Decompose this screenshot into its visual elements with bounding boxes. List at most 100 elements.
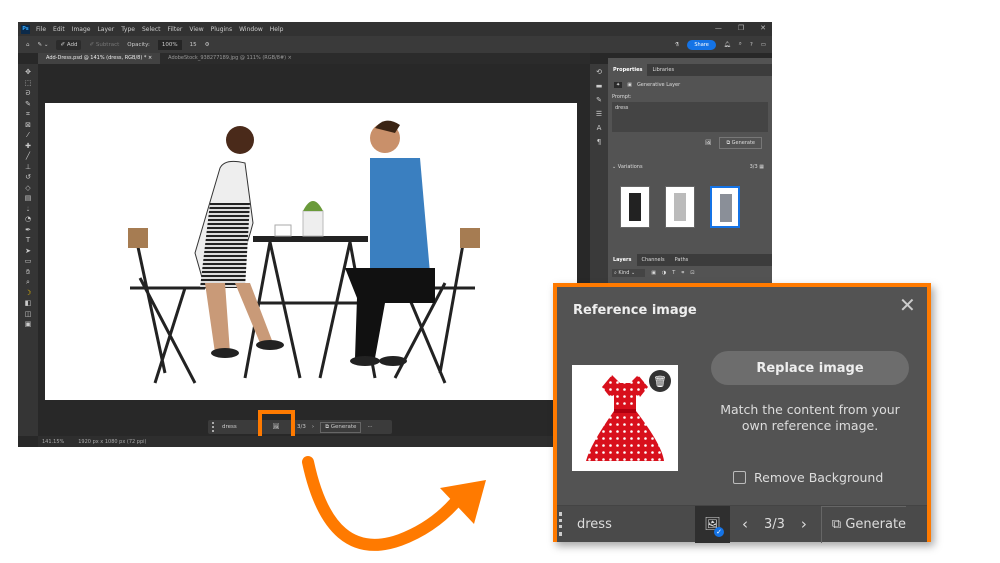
menu-help[interactable]: Help <box>270 26 284 33</box>
subtract-mode-button[interactable]: ✐ Subtract <box>89 42 119 48</box>
remove-background-option[interactable]: Remove Background <box>733 470 883 485</box>
menu-image[interactable]: Image <box>72 26 91 33</box>
filter-type-icon[interactable]: T <box>672 269 675 277</box>
move-tool-icon[interactable]: ✥ <box>25 68 31 77</box>
reference-description: Match the content from your own referenc… <box>720 402 900 433</box>
eyedropper-icon[interactable]: ⁄ <box>27 131 28 140</box>
trash-icon[interactable]: 🗑︎ <box>649 370 671 392</box>
zoom-tool-icon[interactable]: ⌕ <box>26 278 30 287</box>
filter-pixel-icon[interactable]: ▣ <box>651 269 656 277</box>
help-icon[interactable]: ? <box>750 42 753 48</box>
search-icon[interactable]: ⌕ <box>739 41 742 48</box>
drag-handle[interactable] <box>212 422 216 432</box>
more-options-button[interactable]: ··· <box>367 424 372 430</box>
reference-image-popover: Reference image ✕ 🗑︎ Replace image Match… <box>553 283 931 543</box>
next-variation-button[interactable]: › <box>312 424 314 430</box>
previous-variation-button[interactable]: ‹ <box>742 515 748 533</box>
flask-icon[interactable]: ⚗ <box>674 42 679 48</box>
remove-background-checkbox[interactable] <box>733 471 746 484</box>
opacity-field[interactable]: 100% <box>157 39 182 50</box>
replace-image-button[interactable]: Replace image <box>711 351 909 385</box>
history-panel-icon[interactable]: ⟲ <box>596 68 602 76</box>
comments-icon[interactable]: ▬ <box>596 82 603 90</box>
grid-view-icon[interactable]: ▦ <box>759 164 764 170</box>
banana-icon[interactable]: ☽ <box>25 289 31 298</box>
selection-brush-icon[interactable]: ✎ <box>25 100 31 109</box>
type-tool-icon[interactable]: T <box>26 236 30 245</box>
workspace-icon[interactable]: ▭ <box>761 42 766 48</box>
menu-bar: Ps File Edit Image Layer Type Select Fil… <box>18 22 772 36</box>
close-icon[interactable]: ✕ <box>899 293 916 317</box>
restore-button[interactable]: ❐ <box>738 24 744 32</box>
generate-button[interactable]: ⧉ Generate <box>820 505 907 543</box>
tab-channels[interactable]: Channels <box>637 254 670 266</box>
color-swatches-icon[interactable]: ◧ <box>25 299 32 308</box>
variation-thumbnail-3-selected[interactable] <box>710 186 740 228</box>
healing-brush-icon[interactable]: ✚ <box>25 142 31 151</box>
prompt-field[interactable]: dress <box>577 517 695 532</box>
next-variation-button[interactable]: › <box>801 515 807 533</box>
menu-window[interactable]: Window <box>239 26 263 33</box>
brush-tool-icon[interactable]: ╱ <box>26 152 30 161</box>
menu-filter[interactable]: Filter <box>168 26 183 33</box>
menu-view[interactable]: View <box>189 26 203 33</box>
variation-thumbnail-1[interactable] <box>620 186 650 228</box>
tab-libraries[interactable]: Libraries <box>647 64 679 76</box>
path-select-icon[interactable]: ➤ <box>25 247 31 256</box>
paragraph-icon[interactable]: ¶ <box>597 138 601 146</box>
brush-settings-icon[interactable]: ✎ <box>596 96 602 104</box>
quick-mask-icon[interactable]: ◫ <box>25 310 32 319</box>
zoom-level[interactable]: 141.15% <box>42 439 64 445</box>
dodge-tool-icon[interactable]: ◔ <box>25 215 31 224</box>
generate-button[interactable]: ⧉ Generate <box>719 137 762 149</box>
hand-tool-icon[interactable]: ✋︎ <box>26 268 30 277</box>
tab-adobestock[interactable]: AdobeStock_938277189.jpg @ 111% (RGB/8#)… <box>160 53 300 64</box>
tab-add-dress[interactable]: Add-Dress.psd @ 141% (dress, RGB/8) * × <box>38 53 161 64</box>
menu-select[interactable]: Select <box>142 26 161 33</box>
minimize-button[interactable]: — <box>715 24 722 32</box>
variations-label[interactable]: ⌄ Variations <box>612 164 643 170</box>
lasso-tool-icon[interactable]: ᘐ <box>26 89 31 98</box>
layer-filter-select[interactable]: ⌕ Kind ⌄ <box>612 269 646 277</box>
tab-layers[interactable]: Layers <box>608 254 637 266</box>
menu-type[interactable]: Type <box>121 26 135 33</box>
marquee-tool-icon[interactable]: ⬚ <box>25 79 32 88</box>
reference-image-button[interactable]: 🖼︎ ✓ <box>695 505 730 543</box>
gradient-tool-icon[interactable]: ▤ <box>25 194 32 203</box>
frame-tool-icon[interactable]: ⊠ <box>25 121 31 130</box>
filter-shape-icon[interactable]: ⌗ <box>681 269 684 277</box>
history-brush-icon[interactable]: ↺ <box>25 173 31 182</box>
menu-file[interactable]: File <box>36 26 46 33</box>
brush-size[interactable]: 15 <box>190 42 197 48</box>
reference-image-icon[interactable]: 🖼︎ <box>705 140 711 146</box>
filter-smart-icon[interactable]: ⊡ <box>690 269 694 277</box>
drag-handle[interactable] <box>559 512 563 536</box>
rectangle-tool-icon[interactable]: ▭ <box>25 257 32 266</box>
prompt-textarea[interactable]: dress <box>612 102 768 132</box>
character-icon[interactable]: A <box>597 124 602 132</box>
gear-icon[interactable]: ⚙ <box>205 42 210 48</box>
add-mode-button[interactable]: ✐ Add <box>56 39 82 50</box>
generate-label: Generate <box>845 517 907 532</box>
filter-adjustment-icon[interactable]: ◑ <box>662 269 666 277</box>
pen-tool-icon[interactable]: ✒ <box>25 226 31 235</box>
menu-layer[interactable]: Layer <box>97 26 114 33</box>
blur-tool-icon[interactable]: 💧︎ <box>27 205 30 214</box>
variation-thumbnail-2[interactable] <box>665 186 695 228</box>
tab-paths[interactable]: Paths <box>670 254 694 266</box>
close-window-button[interactable]: ✕ <box>760 24 766 32</box>
tab-properties[interactable]: Properties <box>608 64 648 76</box>
adjustments-icon[interactable]: ☰ <box>596 110 602 118</box>
crop-tool-icon[interactable]: ⌗ <box>26 110 30 119</box>
menu-plugins[interactable]: Plugins <box>211 26 233 33</box>
menu-edit[interactable]: Edit <box>53 26 65 33</box>
stamp-tool-icon[interactable]: ⊥ <box>25 163 31 172</box>
home-icon[interactable]: ⌂ <box>26 42 30 48</box>
screen-mode-icon[interactable]: ▣ <box>25 320 32 329</box>
bell-icon[interactable]: 🔔︎ <box>724 42 731 48</box>
generate-button[interactable]: ⧉ Generate <box>320 421 362 433</box>
document-canvas[interactable] <box>45 103 577 400</box>
share-button[interactable]: Share <box>687 39 716 50</box>
eraser-icon[interactable]: ◇ <box>25 184 30 193</box>
tool-preset-icon[interactable]: ✎ ⌄ <box>38 42 49 48</box>
